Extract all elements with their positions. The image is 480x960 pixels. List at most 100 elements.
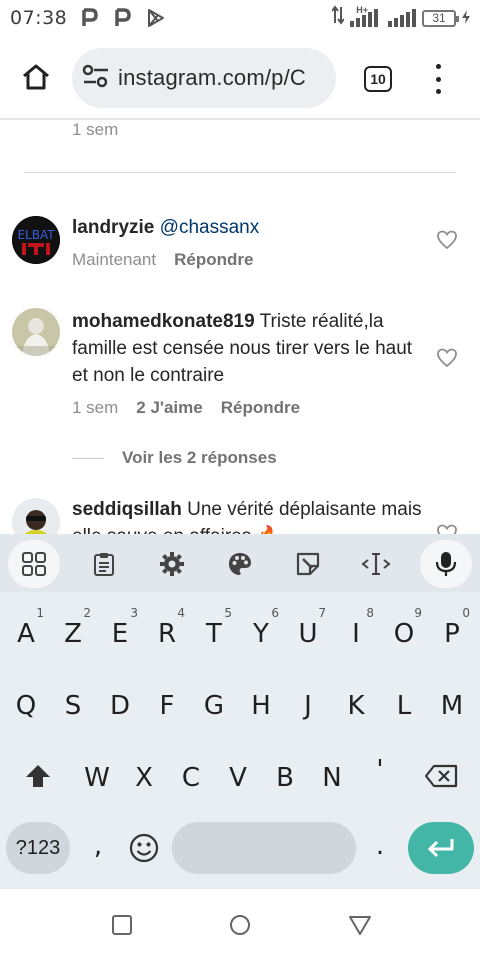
key-v[interactable]: V (216, 748, 260, 808)
key-e[interactable]: 3E (98, 604, 142, 664)
divider (24, 172, 456, 173)
key-t[interactable]: 5T (192, 604, 236, 664)
view-replies-button[interactable]: Voir les 2 réponses (72, 448, 277, 468)
key-b[interactable]: B (263, 748, 307, 808)
key-p[interactable]: 0P (430, 604, 474, 664)
signal-arrows-icon (331, 5, 346, 31)
key-s[interactable]: S (51, 676, 95, 736)
key-y[interactable]: 6Y (239, 604, 283, 664)
key-j[interactable]: J (286, 676, 330, 736)
cursor-control-button[interactable] (352, 540, 400, 588)
comment-username[interactable]: seddiqsillah (72, 499, 182, 520)
key-i[interactable]: 8I (334, 604, 378, 664)
shift-key[interactable] (14, 746, 62, 806)
backspace-icon (424, 764, 458, 788)
site-settings-icon[interactable] (82, 64, 110, 93)
comment-text: mohamedkonate819 Triste réalité,la famil… (72, 308, 422, 389)
key-period[interactable]: . (358, 816, 402, 876)
gear-icon (160, 552, 184, 576)
key-a[interactable]: 1A (4, 604, 48, 664)
theme-button[interactable] (216, 540, 264, 588)
clipboard-button[interactable] (80, 540, 128, 588)
likes-count[interactable]: 2 J'aime (136, 398, 202, 418)
back-button[interactable] (348, 913, 372, 937)
tab-switcher-button[interactable]: 10 (364, 66, 392, 92)
previous-comment-time: 1 sem (72, 120, 119, 139)
soft-keyboard: 1A 2Z 3E 4R 5T 6Y 7U 8I 9O 0P Q S D F G … (0, 534, 480, 888)
symbols-key[interactable]: ?123 (6, 822, 70, 874)
url-text[interactable]: instagram.com/p/C (118, 65, 306, 91)
keyboard-toolbar (0, 534, 480, 592)
like-heart-icon[interactable] (436, 524, 458, 534)
sticker-button[interactable] (284, 540, 332, 588)
key-z[interactable]: 2Z (51, 604, 95, 664)
sticker-icon (296, 552, 320, 576)
key-g[interactable]: G (192, 676, 236, 736)
signal-strength-icon-2 (388, 9, 416, 27)
palette-icon (229, 553, 251, 575)
settings-button[interactable] (148, 540, 196, 588)
p-app-icon (79, 7, 101, 29)
enter-arrow-icon (427, 839, 454, 858)
comment-mention[interactable]: @chassanx (160, 217, 260, 238)
avatar[interactable]: ELBAT (12, 216, 60, 264)
avatar-logo-text: ELBAT (17, 228, 55, 242)
battery-icon: 31 (422, 9, 459, 27)
voice-input-button[interactable] (420, 540, 472, 588)
view-replies-line (72, 457, 104, 459)
key-d[interactable]: D (98, 676, 142, 736)
view-replies-label[interactable]: Voir les 2 réponses (122, 448, 277, 468)
avatar[interactable] (12, 498, 60, 534)
avatar[interactable] (12, 308, 60, 356)
emoji-key[interactable] (122, 822, 166, 874)
key-comma[interactable]: , (76, 816, 120, 876)
key-w[interactable]: W (75, 748, 119, 808)
microphone-icon (435, 552, 457, 576)
reply-button[interactable]: Répondre (221, 398, 300, 418)
status-time: 07:38 (10, 7, 68, 29)
key-q[interactable]: Q (4, 676, 48, 736)
space-key[interactable] (172, 822, 356, 874)
apps-grid-button[interactable] (8, 540, 60, 588)
comment-username[interactable]: mohamedkonate819 (72, 311, 255, 332)
key-h[interactable]: H (239, 676, 283, 736)
key-m[interactable]: M (430, 676, 474, 736)
browser-toolbar: instagram.com/p/C 10 (0, 36, 480, 120)
key-x[interactable]: X (122, 748, 166, 808)
shift-icon (26, 765, 50, 787)
key-n[interactable]: N (310, 748, 354, 808)
apps-grid-icon (22, 552, 46, 576)
status-bar: 07:38 H+ 31 (0, 0, 480, 36)
tab-count: 10 (370, 71, 386, 87)
home-nav-button[interactable] (228, 913, 252, 937)
comment-meta: 1 sem 2 J'aime Répondre (72, 398, 300, 418)
address-bar[interactable]: instagram.com/p/C (72, 48, 336, 108)
play-store-icon (145, 7, 167, 29)
key-r[interactable]: 4R (145, 604, 189, 664)
network-type: H+ (356, 5, 368, 15)
recent-apps-button[interactable] (110, 913, 134, 937)
backspace-key[interactable] (416, 746, 466, 806)
home-button[interactable] (18, 59, 54, 95)
key-l[interactable]: L (382, 676, 426, 736)
comment-time: Maintenant (72, 250, 157, 269)
home-icon (23, 64, 49, 90)
key-o[interactable]: 9O (382, 604, 426, 664)
key-u[interactable]: 7U (286, 604, 330, 664)
reply-button[interactable]: Répondre (174, 250, 253, 270)
like-heart-icon[interactable] (436, 230, 458, 250)
comments-area: 1 sem ELBAT landryzie @chassanx Maintena… (0, 120, 480, 534)
key-f[interactable]: F (145, 676, 189, 736)
comment-username[interactable]: landryzie (72, 217, 154, 238)
key-k[interactable]: K (334, 676, 378, 736)
square-icon (112, 915, 132, 935)
battery-level: 31 (432, 10, 446, 25)
more-options-button[interactable] (428, 64, 448, 94)
key-c[interactable]: C (169, 748, 213, 808)
comment-text: landryzie @chassanx (72, 214, 422, 241)
enter-key[interactable] (408, 822, 474, 874)
like-heart-icon[interactable] (436, 348, 458, 368)
key-apostrophe[interactable]: ' (358, 740, 402, 800)
triangle-back-icon (349, 916, 371, 935)
comment-time: 1 sem (72, 398, 119, 417)
